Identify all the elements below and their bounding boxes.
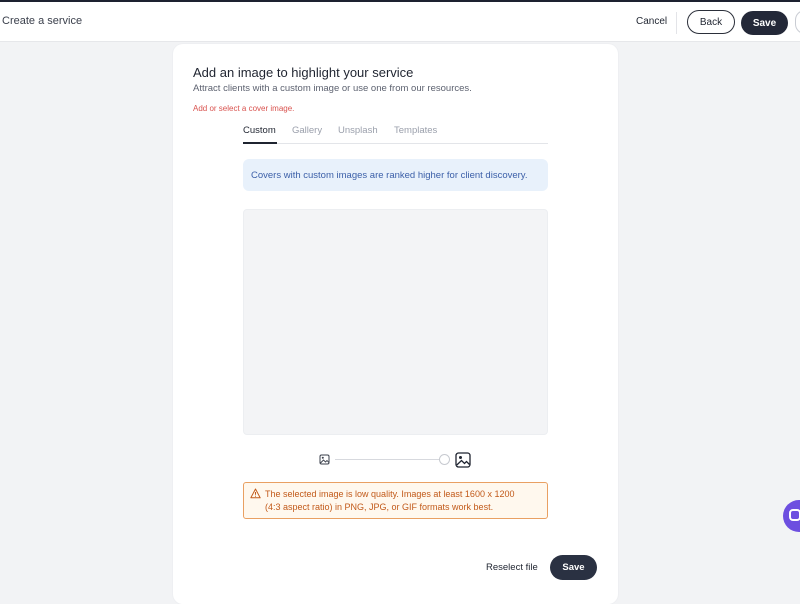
header-divider	[676, 12, 677, 34]
info-banner: Covers with custom images are ranked hig…	[243, 159, 548, 191]
warning-line-2: (4:3 aspect ratio) in PNG, JPG, or GIF f…	[265, 502, 494, 512]
top-bar: Create a service Cancel Back Save	[0, 0, 800, 42]
save-button[interactable]: Save	[741, 11, 788, 35]
image-large-icon	[455, 452, 471, 468]
card-subtitle: Attract clients with a custom image or u…	[193, 83, 472, 94]
cancel-button[interactable]: Cancel	[636, 16, 667, 27]
card-title: Add an image to highlight your service	[193, 65, 414, 80]
tab-unsplash[interactable]: Unsplash	[338, 125, 378, 136]
info-banner-text: Covers with custom images are ranked hig…	[251, 169, 528, 181]
image-preview-area[interactable]	[243, 209, 548, 435]
tab-templates[interactable]: Templates	[394, 125, 437, 136]
zoom-slider-thumb[interactable]	[439, 454, 450, 465]
card-save-button[interactable]: Save	[550, 555, 597, 580]
zoom-slider-track[interactable]	[335, 459, 445, 460]
chat-icon	[789, 509, 800, 521]
chat-widget-button[interactable]	[783, 500, 800, 532]
warning-line-1: The selected image is low quality. Image…	[265, 489, 515, 499]
tab-gallery[interactable]: Gallery	[292, 125, 322, 136]
quality-warning: The selected image is low quality. Image…	[243, 482, 548, 519]
zoom-control	[319, 452, 471, 468]
reselect-file-button[interactable]: Reselect file	[486, 562, 538, 573]
active-tab-indicator	[243, 142, 277, 144]
error-message: Add or select a cover image.	[193, 104, 295, 113]
back-button[interactable]: Back	[687, 10, 735, 34]
warning-triangle-icon	[250, 488, 261, 499]
tab-custom[interactable]: Custom	[243, 125, 276, 136]
page-title: Create a service	[2, 15, 83, 27]
image-small-icon	[319, 454, 330, 465]
more-button[interactable]	[795, 10, 800, 34]
cover-image-card: Add an image to highlight your service A…	[173, 44, 618, 604]
image-source-tabs: Custom Gallery Unsplash Templates	[243, 124, 548, 144]
